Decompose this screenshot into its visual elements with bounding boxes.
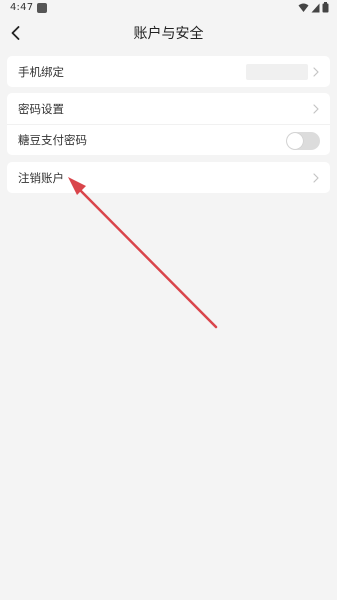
settings-item-label: 糖豆支付密码 xyxy=(18,133,87,147)
annotation-arrow-shaft xyxy=(74,184,218,329)
wifi-icon xyxy=(298,3,309,12)
chevron-right-icon xyxy=(313,66,319,77)
chevron-right-icon xyxy=(313,103,319,114)
settings-group-password: 密码设置 糖豆支付密码 xyxy=(7,93,330,155)
chevron-right-icon xyxy=(313,172,319,183)
status-time: 4:47 xyxy=(10,2,34,13)
phone-number-value xyxy=(246,64,308,80)
app-notification-icon xyxy=(37,3,47,13)
settings-item-label: 密码设置 xyxy=(18,101,64,116)
settings-item-label: 手机绑定 xyxy=(18,64,64,79)
settings-item-delete-account[interactable]: 注销账户 xyxy=(7,162,330,193)
settings-item-phone-binding[interactable]: 手机绑定 xyxy=(7,56,330,87)
status-bar: 4:47 xyxy=(0,0,337,16)
signal-icon xyxy=(311,3,320,12)
nav-bar: 账户与安全 xyxy=(0,17,337,49)
payment-password-toggle[interactable] xyxy=(286,132,320,150)
page-title: 账户与安全 xyxy=(133,26,204,42)
toggle-knob xyxy=(287,133,303,149)
battery-icon xyxy=(322,2,329,13)
settings-item-payment-password: 糖豆支付密码 xyxy=(7,124,330,155)
annotation-arrow xyxy=(68,177,218,329)
settings-item-password[interactable]: 密码设置 xyxy=(7,93,330,124)
status-icons xyxy=(298,2,329,13)
settings-item-label: 注销账户 xyxy=(18,170,64,185)
settings-group-phone: 手机绑定 xyxy=(7,56,330,87)
settings-group-account: 注销账户 xyxy=(7,162,330,193)
